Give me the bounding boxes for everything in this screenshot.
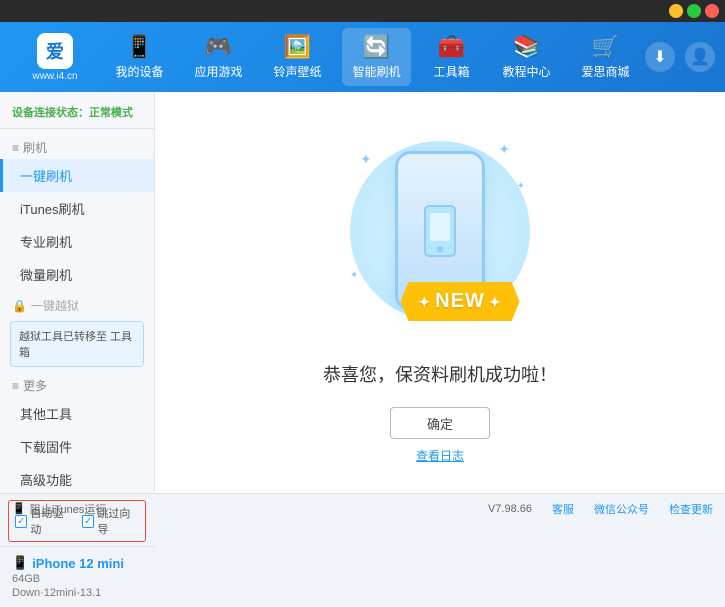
nav-item-my-device-label: 我的设备: [115, 63, 163, 80]
device-storage: 64GB: [12, 573, 142, 585]
success-message: 恭喜您，保资料刷机成功啦！: [323, 361, 557, 387]
sidebar-item-download-firmware[interactable]: 下载固件: [0, 430, 154, 463]
status-right: V7.98.66 客服 微信公众号 检查更新: [488, 501, 713, 517]
user-button[interactable]: 👤: [685, 42, 715, 72]
nav-item-smart-flash-label: 智能刷机: [352, 63, 400, 80]
sidebar-item-one-click-flash[interactable]: 一键刷机: [0, 159, 154, 192]
nav-item-toolbox[interactable]: 🧰 工具箱: [421, 28, 481, 86]
nav-item-smart-flash[interactable]: 🔄 智能刷机: [342, 28, 410, 86]
nav-items: 📱 我的设备 🎮 应用游戏 🖼️ 铃声壁纸 🔄 智能刷机 🧰 工具箱 📚 教程中…: [100, 28, 645, 86]
nav-item-shop-label: 爱思商城: [581, 63, 629, 80]
nav-item-shop[interactable]: 🛒 爱思商城: [571, 28, 639, 86]
apps-icon: 🎮: [205, 34, 232, 60]
sidebar-item-itunes-flash[interactable]: iTunes刷机: [0, 192, 154, 225]
maximize-button[interactable]: [687, 4, 701, 18]
status-label: 设备连接状态：: [12, 107, 89, 119]
sidebar-item-other-tools[interactable]: 其他工具: [0, 397, 154, 430]
minimize-button[interactable]: [669, 4, 683, 18]
top-nav: 爱 www.i4.cn 📱 我的设备 🎮 应用游戏 🖼️ 铃声壁纸 🔄 智能刷机…: [0, 22, 725, 92]
nav-item-wallpaper-label: 铃声壁纸: [273, 63, 321, 80]
section-jailbreak-title: 🔒 一键越狱: [0, 291, 154, 317]
phone-screen-graphic: [420, 201, 460, 261]
phone-icon: 📱: [12, 555, 28, 571]
logo-area: 爱 www.i4.cn: [10, 33, 100, 82]
confirm-button[interactable]: 确定: [390, 407, 490, 439]
wallpaper-icon: 🖼️: [284, 34, 311, 60]
logo-text: 爱: [46, 38, 64, 64]
content-area: NEW ✦ ✦ ✦ ✦ 恭喜您，保资料刷机成功啦！ 确定 查看日志: [155, 92, 725, 493]
jailbreak-notice: 越狱工具已转移至 工具箱: [10, 321, 144, 367]
secondary-link[interactable]: 查看日志: [416, 447, 464, 464]
nav-item-apps-label: 应用游戏: [194, 63, 242, 80]
sidebar: 设备连接状态：正常模式 ≡ 刷机 一键刷机 iTunes刷机 专业刷机 微量刷机…: [0, 92, 155, 493]
nav-item-wallpaper[interactable]: 🖼️ 铃声壁纸: [263, 28, 331, 86]
device-name: 📱 iPhone 12 mini: [12, 555, 142, 571]
sidebar-item-pro-flash[interactable]: 专业刷机: [0, 225, 154, 258]
nav-item-toolbox-label: 工具箱: [433, 63, 469, 80]
title-bar: [0, 0, 725, 22]
shop-icon: 🛒: [592, 34, 619, 60]
smart-flash-icon: 🔄: [363, 34, 390, 60]
sparkle-3: ✦: [350, 270, 358, 281]
update-link[interactable]: 检查更新: [669, 501, 713, 517]
sidebar-status: 设备连接状态：正常模式: [0, 100, 154, 129]
device-info: 📱 iPhone 12 mini 64GB Down·12mini-13.1: [0, 546, 154, 607]
section-more-title: ≡ 更多: [0, 371, 154, 397]
sparkle-1: ✦: [360, 151, 372, 168]
nav-item-apps[interactable]: 🎮 应用游戏: [184, 28, 252, 86]
device-firmware: Down·12mini-13.1: [12, 587, 142, 599]
version-label: V7.98.66: [488, 503, 532, 515]
stop-itunes-label: 阻止iTunes运行: [30, 501, 107, 517]
status-left: 📱 阻止iTunes运行: [12, 501, 106, 517]
phone-icon-status: 📱: [12, 502, 26, 515]
logo-icon: 爱: [37, 33, 73, 69]
wechat-link[interactable]: 微信公众号: [594, 501, 649, 517]
status-value: 正常模式: [89, 107, 133, 119]
tutorials-icon: 📚: [513, 34, 540, 60]
sparkle-4: ✦: [517, 181, 525, 192]
main-area: 设备连接状态：正常模式 ≡ 刷机 一键刷机 iTunes刷机 专业刷机 微量刷机…: [0, 92, 725, 493]
nav-right: ⬇ 👤: [645, 42, 715, 72]
sidebar-item-advanced[interactable]: 高级功能: [0, 463, 154, 496]
logo-website: www.i4.cn: [32, 71, 77, 82]
success-illustration: NEW ✦ ✦ ✦ ✦: [330, 121, 550, 341]
new-ribbon: NEW: [400, 282, 519, 321]
close-button[interactable]: [705, 4, 719, 18]
download-button[interactable]: ⬇: [645, 42, 675, 72]
sparkle-2: ✦: [498, 141, 510, 158]
nav-item-my-device[interactable]: 📱 我的设备: [105, 28, 173, 86]
toolbox-icon: 🧰: [438, 34, 465, 60]
section-flash-title: ≡ 刷机: [0, 133, 154, 159]
nav-item-tutorials-label: 教程中心: [502, 63, 550, 80]
my-device-icon: 📱: [126, 34, 153, 60]
support-link[interactable]: 客服: [552, 501, 574, 517]
sidebar-item-dual-flash[interactable]: 微量刷机: [0, 258, 154, 291]
nav-item-tutorials[interactable]: 📚 教程中心: [492, 28, 560, 86]
